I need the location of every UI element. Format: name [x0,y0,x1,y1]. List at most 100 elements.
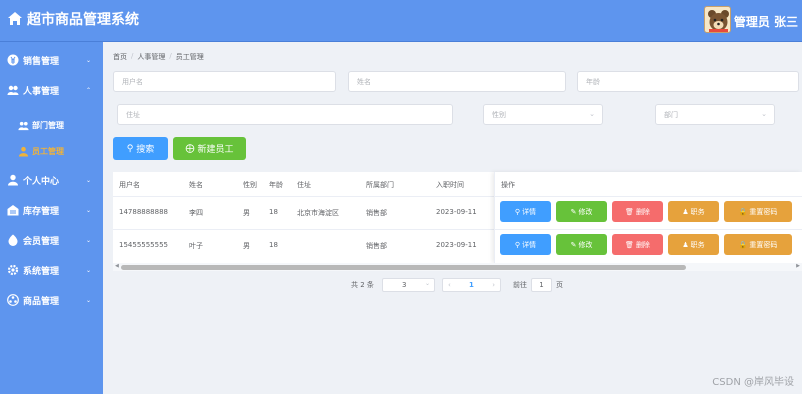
app-logo: 超市商品管理系统 [7,9,139,29]
position-button[interactable]: ♟ 职务 [668,201,719,222]
search-icon: ⚲ [514,207,521,216]
employee-table: 用户名 姓名 性别 年龄 住址 所属部门 入职时间 14788888888 李四… [113,172,802,271]
detail-button[interactable]: ⚲ 详情 [500,234,551,255]
trash-icon: 🗑 [625,240,634,249]
col-ops: 操作 [501,181,515,189]
reset-password-button[interactable]: 🔒 重置密码 [724,201,792,222]
prev-page-icon[interactable]: ‹ [448,281,451,289]
chevron-down-icon: ⌄ [589,110,595,118]
breadcrumb-home[interactable]: 首页 [113,52,127,62]
current-page[interactable]: 1 [469,281,474,289]
home-icon [8,12,22,25]
breadcrumb: 首页 / 人事管理 / 员工管理 [113,52,204,62]
chevron-down-icon: ⌄ [86,296,92,304]
cell-age: 18 [269,208,278,216]
breadcrumb-current: 员工管理 [175,53,204,61]
cell-age: 18 [269,241,278,249]
avatar[interactable] [703,6,731,33]
cell-address: 北京市海淀区 [297,209,339,217]
delete-button[interactable]: 🗑 删除 [612,234,663,255]
edit-icon: ✎ [570,207,577,216]
cell-department: 销售部 [366,209,387,217]
cell-username: 14788888888 [119,208,168,216]
lock-icon: 🔒 [738,240,748,249]
cell-department: 销售部 [366,242,387,250]
scroll-left-icon[interactable]: ◀ [115,263,119,269]
search-icon: ⚲ [514,240,521,249]
add-icon: ⨁ [185,143,195,154]
ops-column: 操作 ⚲ 详情 ✎ 修改 🗑 删除 ♟ 职务 🔒 重置密码 ⚲ 详情 ✎ 修改 🗑 删除 ♟ 职务… [494,172,802,263]
gender-select[interactable]: 性别 ⌄ [483,104,603,125]
col-hire-date: 入职时间 [436,181,464,189]
delete-button[interactable]: 🗑 删除 [612,201,663,222]
sidebar-item-system[interactable]: 系统管理 ⌄ [0,256,103,284]
sidebar-item-employee[interactable]: 员工管理 [0,139,103,163]
user-name[interactable]: 管理员 张三 [734,13,798,30]
col-age: 年龄 [269,181,283,189]
chevron-down-icon: ⌄ [86,56,92,64]
edit-button[interactable]: ✎ 修改 [556,201,607,222]
scroll-right-icon[interactable]: ▶ [796,263,800,269]
cell-gender: 男 [243,209,250,217]
username-input[interactable]: 用户名 [113,71,336,92]
cell-gender: 男 [243,242,250,250]
warehouse-icon [7,205,19,216]
top-header: 超市商品管理系统 管理员 张三 [0,0,802,42]
user-menu[interactable]: 管理员 张三 [703,6,798,33]
col-name: 姓名 [189,181,203,189]
money-icon [7,54,19,66]
sidebar-item-goods[interactable]: 商品管理 ⌄ [0,286,103,314]
person-icon: ♟ [682,207,689,216]
department-select[interactable]: 部门 ⌄ [655,104,775,125]
page-size-select[interactable]: 3 ⌄ [382,278,435,292]
chevron-up-icon: ⌃ [86,86,92,94]
member-icon [8,234,18,246]
page-unit: 页 [556,281,563,289]
sidebar-item-department[interactable]: 部门管理 [0,113,103,137]
sidebar-item-hr[interactable]: 人事管理 ⌃ [0,76,103,104]
edit-button[interactable]: ✎ 修改 [556,234,607,255]
col-address: 住址 [297,181,311,189]
sidebar-item-members[interactable]: 会员管理 ⌄ [0,226,103,254]
sidebar-item-sales[interactable]: 销售管理 ⌄ [0,46,103,74]
bear-icon [707,10,729,32]
pager: ‹ 1 › [442,278,501,292]
sidebar-item-inventory[interactable]: 库存管理 ⌄ [0,196,103,224]
breadcrumb-parent[interactable]: 人事管理 [137,52,165,62]
chevron-down-icon: ⌄ [86,176,92,184]
age-input[interactable]: 年龄 [577,71,799,92]
watermark: CSDN @岸风毕设 [712,377,794,388]
chevron-down-icon: ⌄ [86,266,92,274]
detail-button[interactable]: ⚲ 详情 [500,201,551,222]
users-icon [7,85,19,95]
goto-page-input[interactable]: 1 [531,278,552,292]
cell-hire-date: 2023-09-11 [436,241,477,249]
sidebar-item-profile[interactable]: 个人中心 ⌄ [0,166,103,194]
name-input[interactable]: 姓名 [348,71,566,92]
address-input[interactable]: 住址 [117,104,453,125]
main-content: 首页 / 人事管理 / 员工管理 用户名 姓名 年龄 住址 性别 ⌄ 部门 ⌄ … [103,42,802,394]
chevron-down-icon: ⌄ [761,110,767,118]
person-icon: ♟ [682,240,689,249]
search-button[interactable]: ⚲ 搜索 [113,137,168,160]
position-button[interactable]: ♟ 职务 [668,234,719,255]
chevron-down-icon: ⌄ [86,236,92,244]
scroll-thumb[interactable] [121,265,686,270]
col-username: 用户名 [119,181,140,189]
col-gender: 性别 [243,181,257,189]
person-icon [8,174,18,186]
trash-icon: 🗑 [625,207,634,216]
gear-icon [7,264,19,276]
cell-username: 15455555555 [119,241,168,249]
horizontal-scrollbar[interactable]: ◀ ▶ [113,263,802,271]
next-page-icon[interactable]: › [492,281,495,289]
chevron-down-icon: ⌄ [86,206,92,214]
create-employee-button[interactable]: ⨁ 新建员工 [173,137,246,160]
goto-label: 前往 [513,281,527,289]
reset-password-button[interactable]: 🔒 重置密码 [724,234,792,255]
employee-icon [18,146,29,157]
cell-name: 叶子 [189,242,203,250]
goods-icon [7,294,19,306]
department-icon [18,121,29,130]
cell-hire-date: 2023-09-11 [436,208,477,216]
